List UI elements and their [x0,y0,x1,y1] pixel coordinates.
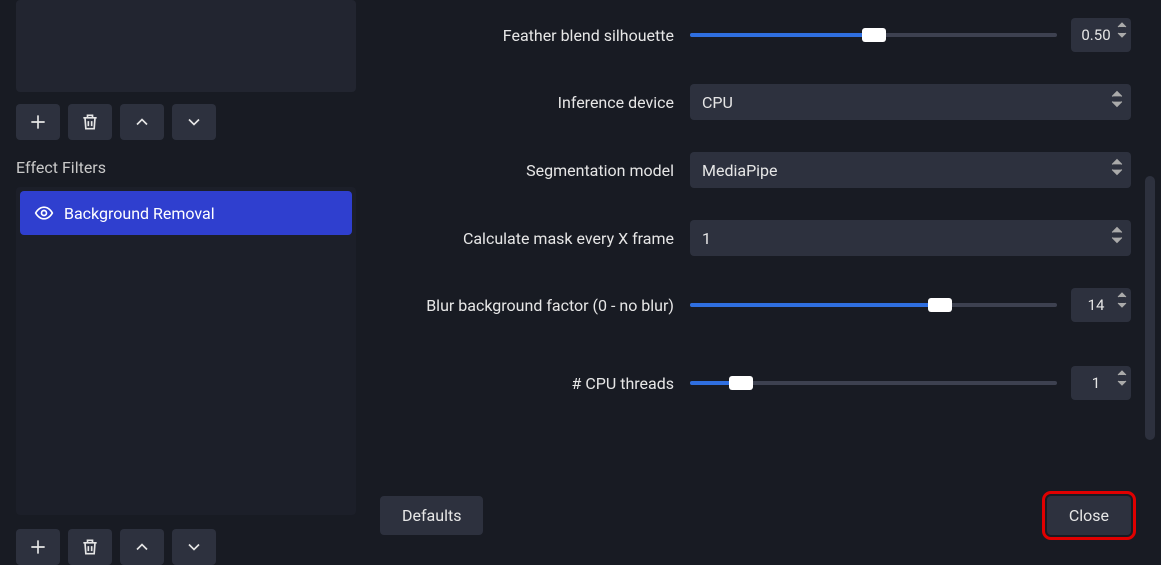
blur-factor-slider[interactable] [690,294,1057,316]
add-filter-button[interactable] [16,529,60,565]
inference-device-select[interactable]: CPU [690,84,1131,120]
chevron-down-icon [184,112,204,132]
chevron-up-icon [132,112,152,132]
close-button[interactable]: Close [1047,496,1131,535]
cpu-threads-slider[interactable] [690,372,1057,394]
plus-icon [28,112,48,132]
stepper-down-icon[interactable] [1111,168,1123,176]
blur-factor-label: Blur background factor (0 - no blur) [380,296,690,315]
eye-icon [34,203,54,223]
blur-factor-slider-fill [690,303,940,307]
cpu-threads-slider-thumb[interactable] [729,376,753,390]
move-down-button[interactable] [172,104,216,140]
segmentation-model-label: Segmentation model [380,161,690,180]
cpu-threads-value[interactable]: 1 [1071,366,1131,400]
blur-factor-value-text: 14 [1088,296,1105,314]
stepper-down-icon[interactable] [1117,301,1127,309]
stepper-up-icon[interactable] [1111,90,1123,98]
segmentation-model-value: MediaPipe [702,161,778,180]
feather-label: Feather blend silhouette [380,26,690,45]
filter-move-up-button[interactable] [120,529,164,565]
defaults-button[interactable]: Defaults [380,496,483,535]
blur-factor-value[interactable]: 14 [1071,288,1131,322]
source-preview [16,0,356,92]
feather-value[interactable]: 0.50 [1071,18,1131,52]
mask-every-x-value: 1 [702,229,711,248]
chevron-down-icon [184,537,204,557]
feather-value-text: 0.50 [1081,26,1110,44]
delete-button[interactable] [68,104,112,140]
trash-icon [80,112,100,132]
trash-icon [80,537,100,557]
stepper-down-icon[interactable] [1111,100,1123,108]
filter-item-background-removal[interactable]: Background Removal [20,191,352,235]
filters-toolbar [16,529,354,565]
preview-toolbar [16,104,354,140]
inference-device-value: CPU [702,93,733,112]
effect-filters-title: Effect Filters [16,158,354,177]
feather-slider[interactable] [690,24,1057,46]
stepper-down-icon[interactable] [1111,236,1123,244]
stepper-down-icon[interactable] [1117,31,1127,39]
stepper-up-icon[interactable] [1117,21,1127,29]
move-up-button[interactable] [120,104,164,140]
feather-slider-fill [690,33,874,37]
delete-filter-button[interactable] [68,529,112,565]
stepper-up-icon[interactable] [1117,369,1127,377]
segmentation-model-select[interactable]: MediaPipe [690,152,1131,188]
add-button[interactable] [16,104,60,140]
cpu-threads-label: # CPU threads [380,374,690,393]
blur-factor-slider-thumb[interactable] [928,298,952,312]
inference-device-label: Inference device [380,93,690,112]
settings-scrollbar[interactable] [1145,176,1155,440]
cpu-threads-value-text: 1 [1092,374,1100,392]
stepper-up-icon[interactable] [1111,226,1123,234]
chevron-up-icon [132,537,152,557]
filter-list[interactable]: Background Removal [16,187,356,515]
mask-every-x-label: Calculate mask every X frame [380,229,690,248]
stepper-up-icon[interactable] [1111,158,1123,166]
stepper-down-icon[interactable] [1117,379,1127,387]
plus-icon [28,537,48,557]
mask-every-x-spinbox[interactable]: 1 [690,220,1131,256]
filter-move-down-button[interactable] [172,529,216,565]
feather-slider-thumb[interactable] [862,28,886,42]
stepper-up-icon[interactable] [1117,291,1127,299]
filter-item-label: Background Removal [64,204,215,223]
